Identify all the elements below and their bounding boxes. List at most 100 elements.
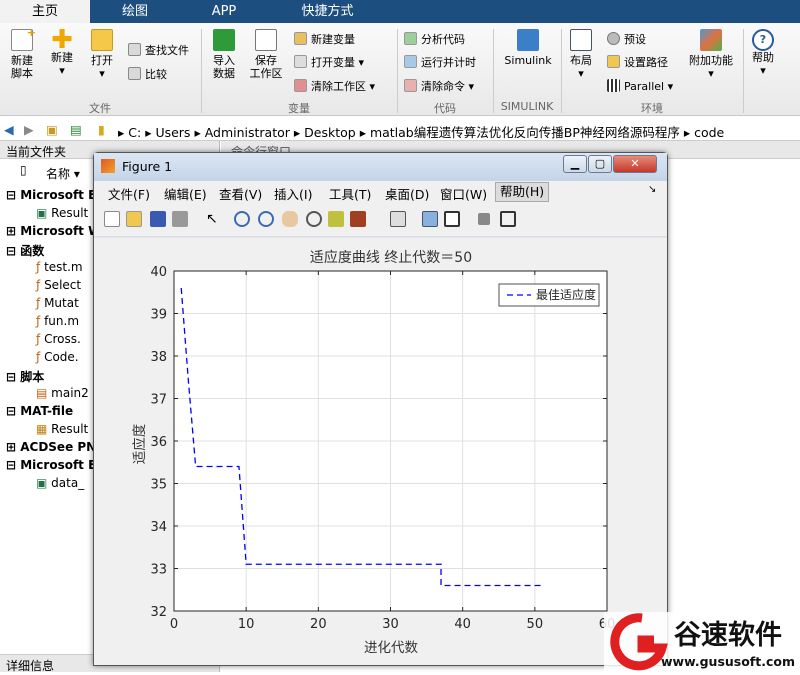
pan-icon[interactable] bbox=[282, 211, 298, 227]
pointer-icon[interactable]: ↖ bbox=[206, 211, 222, 227]
save-workspace-button[interactable]: 保存 工作区 bbox=[246, 29, 286, 80]
tree-group[interactable]: ⊟ MAT-file bbox=[6, 404, 73, 418]
menu-desktop[interactable]: 桌面(D) bbox=[385, 184, 429, 203]
dock-arrow-icon[interactable]: ↘ bbox=[648, 184, 656, 195]
breadcrumb-item[interactable]: Desktop bbox=[304, 125, 356, 140]
add-ons-button[interactable]: 附加功能 ▾ bbox=[688, 29, 734, 80]
list-item[interactable]: ƒ Mutat bbox=[36, 296, 79, 310]
zoom-out-icon[interactable] bbox=[258, 211, 274, 227]
set-path-button[interactable]: 设置路径 bbox=[607, 55, 668, 70]
tab-apps[interactable]: APP bbox=[180, 0, 268, 23]
show-plot-tools-icon[interactable] bbox=[500, 211, 516, 227]
parallel-button[interactable]: Parallel ▾ bbox=[607, 79, 673, 94]
menu-view[interactable]: 查看(V) bbox=[219, 184, 262, 203]
menu-edit[interactable]: 编辑(E) bbox=[164, 184, 207, 203]
up-folder-icon[interactable]: ▣ bbox=[46, 122, 58, 137]
help-label: 帮助 bbox=[752, 51, 774, 64]
analyze-code-icon bbox=[404, 32, 417, 45]
brush-icon[interactable] bbox=[350, 211, 366, 227]
list-item[interactable]: ƒ fun.m bbox=[36, 314, 79, 328]
save-workspace-label: 保存 工作区 bbox=[249, 54, 283, 80]
list-item[interactable]: ▣ Result bbox=[36, 206, 88, 220]
maximize-icon[interactable]: ▢ bbox=[588, 155, 612, 173]
new-figure-icon[interactable] bbox=[104, 211, 120, 227]
rotate-icon[interactable] bbox=[306, 211, 322, 227]
menu-file[interactable]: 文件(F) bbox=[108, 184, 150, 203]
tab-bar: 主页 绘图 APP 快捷方式 bbox=[0, 0, 800, 23]
breadcrumb-item[interactable]: code bbox=[694, 125, 724, 140]
tab-home[interactable]: 主页 bbox=[0, 0, 90, 23]
list-item[interactable]: ▦ Result bbox=[36, 422, 88, 436]
x-tick-label: 30 bbox=[382, 617, 399, 632]
tree-group[interactable]: ⊞ ACDSee PNG bbox=[6, 440, 106, 454]
simulink-button[interactable]: Simulink bbox=[498, 29, 558, 67]
tab-plots[interactable]: 绘图 bbox=[92, 0, 178, 23]
list-item[interactable]: ▤ main2 bbox=[36, 386, 89, 400]
breadcrumb-item[interactable]: Administrator bbox=[205, 125, 290, 140]
run-and-time-button[interactable]: 运行并计时 bbox=[404, 55, 476, 70]
close-icon[interactable]: ✕ bbox=[613, 155, 657, 173]
y-tick-label: 38 bbox=[150, 350, 167, 365]
clear-workspace-button[interactable]: 清除工作区 ▾ bbox=[294, 79, 375, 94]
clear-workspace-label: 清除工作区 ▾ bbox=[311, 80, 376, 93]
colorbar-icon[interactable] bbox=[422, 211, 438, 227]
data-cursor-icon[interactable] bbox=[328, 211, 344, 227]
tree-group[interactable]: ⊟ Microsoft Ex bbox=[6, 458, 104, 472]
link-plot-icon[interactable] bbox=[390, 211, 406, 227]
preferences-button[interactable]: 预设 bbox=[607, 32, 646, 47]
set-path-label: 设置路径 bbox=[624, 56, 668, 69]
print-icon[interactable] bbox=[172, 211, 188, 227]
zoom-in-icon[interactable] bbox=[234, 211, 250, 227]
browse-folder-icon[interactable]: ▤ bbox=[70, 122, 82, 137]
legend-icon[interactable] bbox=[444, 211, 460, 227]
name-column-header[interactable]: 名称 ▾ bbox=[46, 165, 80, 182]
y-tick-label: 35 bbox=[150, 478, 167, 493]
open-variable-button[interactable]: 打开变量 ▾ bbox=[294, 55, 364, 70]
hide-plot-tools-icon[interactable] bbox=[478, 213, 490, 225]
layout-button[interactable]: 布局 ▾ bbox=[564, 29, 598, 80]
code-group-label: 代码 bbox=[434, 102, 456, 115]
breadcrumb-item[interactable]: matlab编程遗传算法优化反向传播BP神经网络源码程序 bbox=[370, 125, 680, 140]
tab-shortcuts[interactable]: 快捷方式 bbox=[270, 0, 385, 23]
breadcrumb-item[interactable]: C: bbox=[128, 125, 141, 140]
back-icon[interactable]: ◀ bbox=[4, 122, 14, 137]
list-item[interactable]: ▣ data_ bbox=[36, 476, 84, 490]
compare-button[interactable]: 比较 bbox=[128, 67, 167, 82]
y-axis-label: 适应度 bbox=[131, 424, 148, 465]
new-script-button[interactable]: + 新建 脚本 bbox=[4, 26, 40, 80]
menu-window[interactable]: 窗口(W) bbox=[440, 184, 487, 203]
list-item[interactable]: ƒ Cross. bbox=[36, 332, 81, 346]
save-icon[interactable] bbox=[150, 211, 166, 227]
x-tick-label: 20 bbox=[310, 617, 327, 632]
tree-group[interactable]: ⊟ Microsoft Ex bbox=[6, 188, 104, 202]
list-item[interactable]: ƒ test.m bbox=[36, 260, 83, 274]
list-item[interactable]: ƒ Select bbox=[36, 278, 81, 292]
simulink-group-label: SIMULINK bbox=[500, 100, 554, 113]
analyze-code-button[interactable]: 分析代码 bbox=[404, 32, 465, 47]
menu-insert[interactable]: 插入(I) bbox=[274, 184, 312, 203]
menu-help[interactable]: 帮助(H) bbox=[495, 182, 550, 202]
minimize-icon[interactable]: ▁ bbox=[563, 155, 587, 173]
list-item[interactable]: ƒ Code. bbox=[36, 350, 79, 364]
find-files-button[interactable]: 查找文件 bbox=[128, 43, 189, 58]
clear-commands-button[interactable]: 清除命令 ▾ bbox=[404, 79, 474, 94]
variable-group-label: 变量 bbox=[288, 102, 310, 115]
import-data-button[interactable]: 导入 数据 bbox=[204, 29, 244, 80]
group-divider bbox=[743, 29, 744, 113]
open-button[interactable]: 打开 ▾ bbox=[84, 29, 120, 80]
forward-icon[interactable]: ▶ bbox=[24, 122, 34, 137]
tree-group[interactable]: ⊞ Microsoft W bbox=[6, 224, 101, 238]
open-variable-label: 打开变量 ▾ bbox=[311, 56, 365, 69]
open-file-icon[interactable] bbox=[126, 211, 142, 227]
parallel-icon bbox=[607, 79, 620, 92]
open-label: 打开 bbox=[91, 54, 113, 67]
tree-group[interactable]: ⊟ 脚本 bbox=[6, 368, 44, 385]
new-variable-button[interactable]: 新建变量 bbox=[294, 32, 355, 47]
folder-icon: ▮ bbox=[98, 122, 105, 137]
y-tick-label: 37 bbox=[150, 393, 167, 408]
tree-group[interactable]: ⊟ 函数 bbox=[6, 242, 44, 259]
menu-tools[interactable]: 工具(T) bbox=[329, 184, 371, 203]
new-button[interactable]: ✚ 新建 ▾ bbox=[44, 27, 80, 77]
help-button[interactable]: ? 帮助 ▾ bbox=[748, 29, 778, 77]
breadcrumb-item[interactable]: Users bbox=[155, 125, 190, 140]
